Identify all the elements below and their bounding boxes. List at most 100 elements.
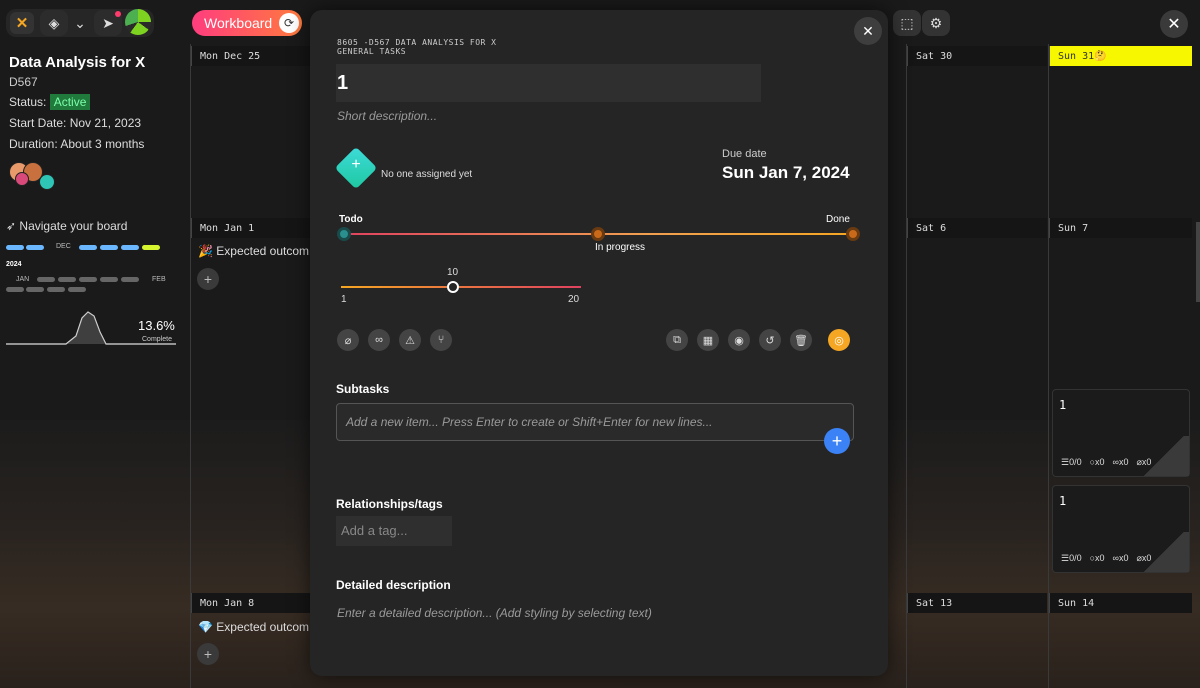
subtask-placeholder: Add a new item... Press Enter to create … [346,415,713,429]
project-status: Status: Active [9,94,91,110]
attachment-count: x0 [1141,553,1152,563]
minimap-month-jan: JAN [16,276,30,283]
task-card[interactable]: 1 ☰0/0 ○x0 ∞x0 ⌀x0 [1052,389,1190,477]
subtask-input[interactable]: Add a new item... Press Enter to create … [336,403,854,441]
day-header-sun-31: Sun 31🤔 [1049,46,1192,66]
status-label: Status: [9,95,47,109]
eye-icon[interactable]: ◉ [728,329,750,351]
tag-placeholder: Add a tag... [341,523,408,538]
stage-in-progress-dot[interactable] [591,227,605,241]
user-avatar[interactable] [125,9,151,35]
priority-slider[interactable] [341,286,581,288]
navigation-arrow-icon: ➶ [6,219,17,233]
description-input[interactable]: Enter a detailed description... (Add sty… [337,606,652,620]
breadcrumb-list: GENERAL TASKS [337,47,407,56]
layers-icon[interactable]: ◈ [40,10,68,36]
due-date-value[interactable]: Sun Jan 7, 2024 [722,163,850,183]
stage-todo-label: Todo [339,214,363,225]
close-icon[interactable]: ✕ [854,17,882,45]
minimap-week [37,277,55,282]
progress-label: Complete [142,336,172,343]
notification-dot [115,11,121,17]
app-logo-icon[interactable]: ✕ [10,12,34,34]
stage-done-dot[interactable] [846,227,860,241]
task-card[interactable]: 1 ☰0/0 ○x0 ∞x0 ⌀x0 [1052,485,1190,573]
comment-icon: ○x0 [1089,457,1105,467]
comment-count: x0 [1095,553,1105,563]
minimap-week [58,277,76,282]
member-avatars[interactable] [9,162,59,192]
link-icon: ∞x0 [1112,457,1129,467]
attachment-icon: ⌀x0 [1136,553,1152,563]
navigate-board[interactable]: ➶ Navigate your board [6,219,127,233]
add-subtask-button[interactable]: + [824,428,850,454]
expected-outcome-1[interactable]: 🎉 Expected outcom [198,244,309,258]
comment-icon: ○x0 [1089,553,1105,563]
progress-percent: 13.6% [138,318,175,333]
minimap-week [47,287,65,292]
trash-icon[interactable]: 🗑 [790,329,812,351]
board-minimap[interactable]: DEC 2024 JAN FEB [6,243,176,303]
project-duration: Duration: About 3 months [9,137,145,151]
assignee-text: No one assigned yet [381,169,473,180]
day-header-mon-jan-8: Mon Jan 8 [191,593,311,613]
card-stats: ☰0/0 ○x0 ∞x0 ⌀x0 [1061,457,1151,468]
description-label: Detailed description [336,578,451,592]
scrollbar[interactable] [1196,222,1200,302]
workboard-label: Workboard [204,15,273,31]
slider-min: 1 [341,294,347,305]
project-code: D567 [9,75,38,89]
minimap-month-feb: FEB [152,276,166,283]
project-start-date: Start Date: Nov 21, 2023 [9,116,142,130]
attachment-icon: ⌀x0 [1136,457,1152,467]
branch-icon[interactable]: ⑂ [430,329,452,351]
day-header-sun-14: Sun 14 [1049,593,1192,613]
minimap-month-dec: DEC [56,243,71,250]
short-description-input[interactable]: Short description... [337,109,437,123]
add-item-button[interactable]: + [197,268,219,290]
plus-icon: + [351,156,361,173]
workboard-button[interactable]: Workboard ⟳ [192,10,302,36]
minimap-week [79,245,97,250]
checklist-count: 0/0 [1069,457,1082,467]
minimap-year: 2024 [6,261,22,268]
add-item-button[interactable]: + [197,643,219,665]
relationships-label: Relationships/tags [336,497,443,511]
history-icon[interactable]: ↺ [759,329,781,351]
warning-icon[interactable]: ⚠ [399,329,421,351]
chevron-down-icon[interactable]: ⌄ [66,10,94,36]
stage-todo-dot[interactable] [337,227,351,241]
gear-icon[interactable]: ⚙ [922,10,950,36]
day-header-sat-30: Sat 30 [907,46,1047,66]
attachment-icon[interactable]: ⌀ [337,329,359,351]
refresh-icon[interactable]: ⟳ [279,13,299,33]
link-icon[interactable]: ∞ [368,329,390,351]
column-divider [190,44,191,688]
card-title: 1 [1059,494,1067,508]
comment-count: x0 [1095,457,1105,467]
minimap-week [79,277,97,282]
close-icon[interactable]: ✕ [1160,10,1188,38]
day-header-sat-6: Sat 6 [907,218,1047,238]
avatar [15,172,29,186]
chat-icon[interactable]: ◎ [828,329,850,351]
minimap-week [121,245,139,250]
due-date-label: Due date [722,148,767,160]
select-area-icon[interactable]: ⬚ [893,10,921,36]
day-header-sun-7: Sun 7 [1049,218,1192,238]
task-title-field[interactable]: 1 [336,64,761,102]
add-member-icon[interactable] [39,174,55,190]
expected-outcome-2[interactable]: 💎 Expected outcom [198,620,309,634]
duplicate-icon[interactable]: ⧉ [666,329,688,351]
checklist-icon: ☰0/0 [1061,553,1082,563]
calendar-icon[interactable]: ▦ [697,329,719,351]
minimap-week [68,287,86,292]
minimap-week [26,245,44,250]
stage-in-progress-label: In progress [595,242,646,253]
stage-done-label: Done [826,214,850,225]
slider-thumb[interactable] [447,281,459,293]
day-header-sat-13: Sat 13 [907,593,1047,613]
project-title: Data Analysis for X [9,54,146,71]
tag-input[interactable]: Add a tag... [336,516,452,546]
checklist-count: 0/0 [1069,553,1082,563]
